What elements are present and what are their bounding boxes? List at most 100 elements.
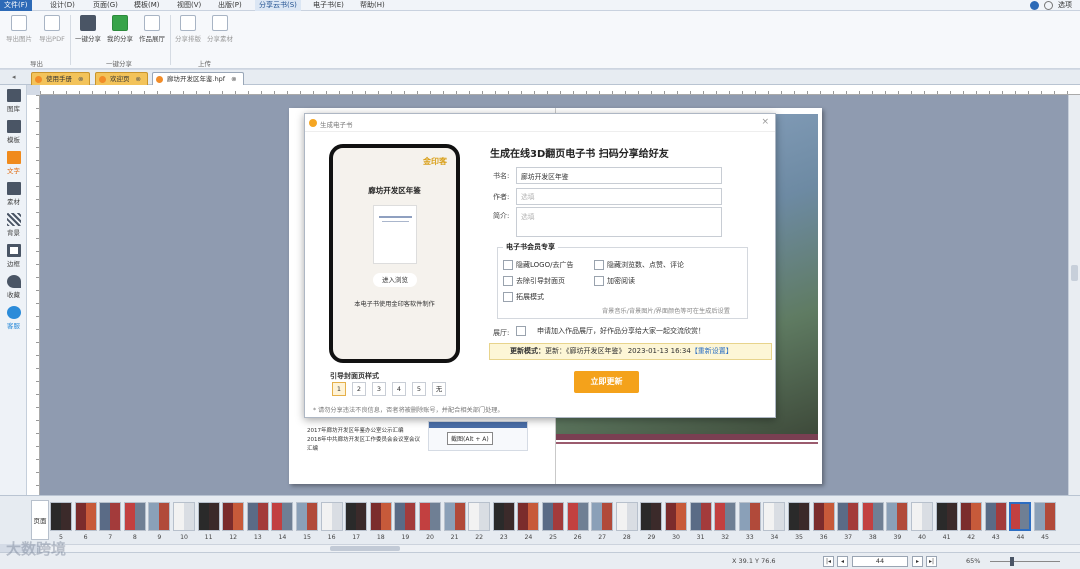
menu-publish[interactable]: 出版(P) — [214, 0, 246, 11]
page-thumbnail[interactable] — [738, 502, 761, 531]
share-material-button[interactable]: 分享素材 — [204, 15, 236, 55]
cover-style-2[interactable]: 2 — [352, 382, 366, 396]
page-thumbnail[interactable] — [394, 502, 417, 531]
page-thumbnail[interactable] — [320, 502, 343, 531]
page-thumbnail[interactable] — [271, 502, 294, 531]
share-layout-button[interactable]: 分享排版 — [172, 15, 204, 55]
page-thumbnail[interactable] — [640, 502, 663, 531]
tab-scroll-left-icon[interactable]: ◂ — [12, 73, 16, 81]
option-extended-mode[interactable]: 拓展模式 — [503, 292, 544, 302]
page-thumbnail[interactable] — [369, 502, 392, 531]
tool-background[interactable]: 背景 — [2, 211, 25, 239]
page-thumbnail[interactable] — [886, 502, 909, 531]
page-thumbnail[interactable] — [443, 502, 466, 531]
tab-welcome[interactable]: 欢迎页 ⊗ — [95, 72, 148, 85]
close-icon[interactable]: ⊗ — [78, 75, 83, 83]
book-name-input[interactable] — [516, 167, 722, 184]
cover-style-3[interactable]: 3 — [372, 382, 386, 396]
next-page-icon[interactable]: ▸ — [912, 556, 923, 567]
page-thumbnail[interactable] — [861, 502, 884, 531]
tool-border[interactable]: 边框 — [2, 242, 25, 270]
page-thumbnail[interactable] — [911, 502, 933, 531]
page-thumbnail[interactable] — [517, 502, 540, 531]
scrollbar-thumb[interactable] — [330, 546, 400, 551]
tool-favorites[interactable]: 收藏 — [2, 273, 25, 301]
page-thumbnail[interactable] — [74, 502, 97, 531]
page-thumbnail[interactable] — [591, 502, 614, 531]
menu-page[interactable]: 页面(G) — [89, 0, 122, 11]
cover-style-5[interactable]: 5 — [412, 382, 426, 396]
export-pdf-button[interactable]: 导出PDF — [36, 15, 68, 55]
update-now-button[interactable]: 立即更新 — [574, 371, 639, 393]
page-thumbnail[interactable] — [148, 502, 171, 531]
cover-style-4[interactable]: 4 — [392, 382, 406, 396]
page-thumbnail[interactable] — [419, 502, 441, 531]
page-thumbnail[interactable] — [984, 502, 1007, 531]
menu-design[interactable]: 设计(D) — [46, 0, 79, 11]
page-thumbnail[interactable] — [1034, 502, 1056, 531]
first-page-icon[interactable]: |◂ — [823, 556, 834, 567]
checkbox[interactable] — [594, 260, 604, 270]
gear-icon[interactable] — [1044, 1, 1053, 10]
page-thumbnail[interactable] — [197, 502, 220, 531]
tab-yearbook[interactable]: 廊坊开发区年鉴.hpf ⊗ — [152, 72, 244, 85]
page-thumbnail[interactable] — [837, 502, 860, 531]
option-hide-stats[interactable]: 隐藏浏览数、点赞、评论 — [594, 260, 684, 270]
checkbox[interactable] — [503, 260, 513, 270]
menu-ebook[interactable]: 电子书(E) — [309, 0, 348, 11]
page-thumbnail[interactable] — [935, 502, 958, 531]
option-encrypt[interactable]: 加密阅读 — [594, 276, 635, 286]
menu-share[interactable]: 分享云书(S) — [255, 0, 301, 11]
vertical-scrollbar[interactable] — [1068, 95, 1080, 495]
page-thumbnail[interactable] — [960, 502, 983, 531]
tool-material[interactable]: 素材 — [2, 180, 25, 208]
page-thumbnail[interactable] — [468, 502, 491, 531]
page-thumbnail[interactable] — [296, 502, 318, 531]
my-share-button[interactable]: 我的分享 — [104, 15, 136, 55]
page-thumbnail[interactable] — [542, 502, 564, 531]
checkbox[interactable] — [503, 276, 513, 286]
page-thumbnail[interactable] — [615, 502, 638, 531]
tool-gallery[interactable]: 图库 — [2, 87, 25, 115]
page-thumbnail[interactable] — [246, 502, 269, 531]
page-thumbnail[interactable] — [123, 502, 146, 531]
page-thumbnail[interactable] — [173, 502, 195, 531]
one-click-share-button[interactable]: 一键分享 — [72, 15, 104, 55]
prev-page-icon[interactable]: ◂ — [837, 556, 848, 567]
cover-style-1[interactable]: 1 — [332, 382, 346, 396]
option-hide-logo[interactable]: 隐藏LOGO/去广告 — [503, 260, 573, 270]
zoom-slider-track[interactable] — [990, 561, 1060, 562]
checkbox[interactable] — [594, 276, 604, 286]
checkbox[interactable] — [516, 326, 526, 336]
checkbox[interactable] — [503, 292, 513, 302]
gallery-apply-option[interactable]: 申请加入作品展厅，好作品分享给大家一起交流欣赏！ — [516, 326, 705, 336]
menu-template[interactable]: 模板(M) — [130, 0, 164, 11]
page-thumbnail[interactable] — [50, 502, 72, 531]
author-input[interactable] — [516, 188, 722, 205]
page-thumbnail[interactable] — [812, 502, 835, 531]
option-remove-cover[interactable]: 去除引导封面页 — [503, 276, 565, 286]
tool-text[interactable]: 文字 — [2, 149, 25, 177]
page-thumbnail[interactable] — [665, 502, 687, 531]
tool-template[interactable]: 模板 — [2, 118, 25, 146]
page-number-field[interactable]: 44 — [852, 556, 908, 567]
zoom-slider-handle[interactable] — [1010, 557, 1014, 566]
page-thumbnail[interactable] — [492, 502, 515, 531]
menu-help[interactable]: 帮助(H) — [356, 0, 389, 11]
page-thumbnail[interactable] — [1009, 502, 1032, 531]
menu-view[interactable]: 视图(V) — [173, 0, 205, 11]
menu-file[interactable]: 文件(F) — [0, 0, 32, 11]
close-icon[interactable]: ⊗ — [136, 75, 141, 83]
tool-service[interactable]: 客服 — [2, 304, 25, 332]
reset-link[interactable]: 【重新设置】 — [691, 347, 733, 355]
options-menu[interactable]: 选项 — [1054, 0, 1076, 11]
page-thumbnail[interactable] — [788, 502, 810, 531]
close-icon[interactable]: × — [761, 117, 769, 127]
page-thumbnail[interactable] — [714, 502, 737, 531]
last-page-icon[interactable]: ▸| — [926, 556, 937, 567]
page-thumbnail[interactable] — [763, 502, 786, 531]
cover-style-none[interactable]: 无 — [432, 382, 446, 396]
horizontal-scrollbar[interactable] — [40, 544, 1080, 552]
page-thumbnail[interactable] — [566, 502, 589, 531]
page-thumbnail[interactable] — [345, 502, 368, 531]
